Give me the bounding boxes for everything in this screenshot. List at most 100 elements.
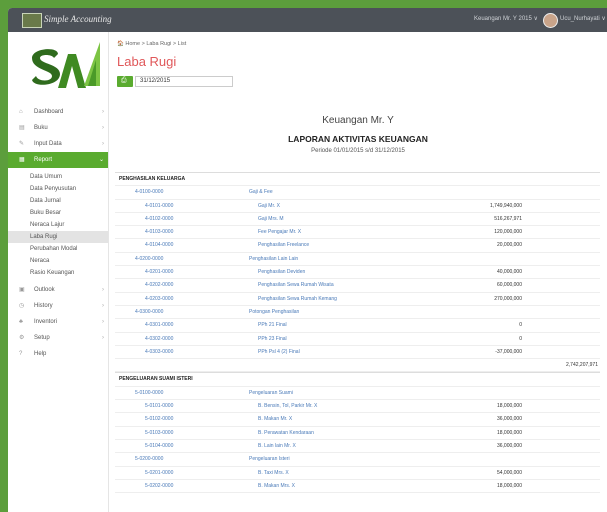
- account-name[interactable]: PPh 23 Final: [258, 333, 287, 345]
- account-code[interactable]: 4-0301-0000: [145, 319, 173, 331]
- account-name[interactable]: B. Makan Mrs. X: [258, 480, 295, 492]
- sidebar-subitem-data-jurnal[interactable]: Data Jurnal: [8, 195, 108, 207]
- account-name[interactable]: Penghasilan Sewa Rumah Wisata: [258, 279, 334, 291]
- account-code[interactable]: 4-0303-0000: [145, 346, 173, 358]
- sidebar-subitem-laba-rugi[interactable]: Laba Rugi: [8, 231, 108, 243]
- table-row: 4-0203-0000 Penghasilan Sewa Rumah Kemang…: [115, 293, 600, 306]
- account-code[interactable]: 4-0202-0000: [145, 279, 173, 291]
- sidebar-subitem-perubahan-modal[interactable]: Perubahan Modal: [8, 243, 108, 255]
- account-amount: 1,749,940,000: [490, 202, 522, 209]
- account-code[interactable]: 4-0101-0000: [145, 200, 173, 212]
- sidebar-item-report[interactable]: ▦ Report ⌄: [8, 152, 108, 168]
- help-icon: ?: [19, 351, 23, 357]
- account-name[interactable]: PPh 21 Final: [258, 319, 287, 331]
- avatar[interactable]: [543, 13, 558, 28]
- history-icon: ◷: [19, 303, 25, 309]
- account-amount: 516,267,971: [494, 215, 522, 222]
- account-code[interactable]: 5-0101-0000: [145, 400, 173, 412]
- account-name[interactable]: B. Lain lain Mr. X: [258, 440, 296, 452]
- account-code[interactable]: 4-0200-0000: [135, 253, 163, 265]
- account-name[interactable]: Penghasilan Sewa Rumah Kemang: [258, 293, 337, 305]
- account-code[interactable]: 5-0104-0000: [145, 440, 173, 452]
- brand-logo-icon[interactable]: [22, 13, 42, 28]
- sidebar-item-buku[interactable]: ▤ Buku ›: [8, 120, 108, 136]
- sidebar-item-dashboard[interactable]: ⌂ Dashboard ›: [8, 104, 108, 120]
- user-menu[interactable]: Ucu_Nurhayati ∨: [560, 15, 606, 22]
- account-name[interactable]: B. Perawatan Kendaraan: [258, 427, 314, 439]
- users-icon: ♣: [19, 319, 23, 325]
- account-code[interactable]: 5-0102-0000: [145, 413, 173, 425]
- account-code[interactable]: 5-0201-0000: [145, 467, 173, 479]
- account-code[interactable]: 4-0102-0000: [145, 213, 173, 225]
- section-row: PENGHASILAN KELUARGA: [115, 172, 600, 187]
- account-amount: 120,000,000: [494, 229, 522, 236]
- main-content: 🏠 Home > Laba Rugi > List Laba Rugi ⎙ 31…: [109, 32, 607, 512]
- print-button[interactable]: ⎙: [117, 76, 133, 87]
- account-code[interactable]: 4-0201-0000: [145, 266, 173, 278]
- top-bar: Simple Accounting Keuangan Mr. Y 2015 ∨ …: [8, 8, 607, 32]
- sidebar-item-input-data[interactable]: ✎ Input Data ›: [8, 136, 108, 152]
- chevron-right-icon: ›: [102, 319, 104, 325]
- report-period: Periode 01/01/2015 s/d 31/12/2015: [311, 148, 405, 154]
- table-row: 4-0201-0000 Penghasilan Deviden 40,000,000: [115, 266, 600, 280]
- sidebar-item-label: Buku: [34, 125, 48, 131]
- account-code[interactable]: 4-0103-0000: [145, 226, 173, 238]
- sidebar-subitem-neraca[interactable]: Neraca: [8, 255, 108, 267]
- table-row: 4-0301-0000 PPh 21 Final 0: [115, 319, 600, 333]
- sidebar-item-history[interactable]: ◷ History ›: [8, 298, 108, 314]
- account-code[interactable]: 4-0104-0000: [145, 239, 173, 251]
- account-code[interactable]: 4-0302-0000: [145, 333, 173, 345]
- sidebar-subitem-data-umum[interactable]: Data Umum: [8, 171, 108, 183]
- account-amount: 0: [519, 335, 522, 342]
- account-name[interactable]: Potongan Penghasilan: [249, 306, 299, 318]
- sidebar-item-label: Outlook: [34, 287, 55, 293]
- account-name[interactable]: B. Makan Mr. X: [258, 413, 292, 425]
- account-name[interactable]: Gaji Mrs. M: [258, 213, 284, 225]
- sidebar-subitem-neraca-lajur[interactable]: Neraca Lajur: [8, 219, 108, 231]
- account-code[interactable]: 5-0200-0000: [135, 453, 163, 465]
- account-code[interactable]: 4-0300-0000: [135, 306, 163, 318]
- breadcrumb[interactable]: 🏠 Home > Laba Rugi > List: [117, 41, 186, 47]
- book-icon: ▤: [19, 125, 25, 131]
- account-amount: 40,000,000: [496, 269, 522, 276]
- sidebar-subitem-data-penyusutan[interactable]: Data Penyusutan: [8, 183, 108, 195]
- account-amount: 18,000,000: [496, 429, 522, 436]
- company-selector[interactable]: Keuangan Mr. Y 2015 ∨: [474, 15, 538, 22]
- chevron-right-icon: ›: [102, 109, 104, 115]
- sidebar-item-outlook[interactable]: ▣ Outlook ›: [8, 282, 108, 298]
- account-name[interactable]: PPh Psl 4 (2) Final: [258, 346, 300, 358]
- sidebar-item-label: Setup: [34, 335, 50, 341]
- account-name[interactable]: Fee Pengajar Mr. X: [258, 226, 301, 238]
- table-row: 5-0201-0000 B. Taxi Mrs. X 54,000,000: [115, 467, 600, 480]
- account-code[interactable]: 4-0100-0000: [135, 186, 163, 198]
- account-name[interactable]: Pengeluaran Isteri: [249, 453, 290, 465]
- account-code[interactable]: 5-0103-0000: [145, 427, 173, 439]
- table-row: 5-0202-0000 B. Makan Mrs. X 18,000,000: [115, 480, 600, 494]
- table-row: 5-0103-0000 B. Perawatan Kendaraan 18,000,…: [115, 427, 600, 440]
- table-row: 4-0302-0000 PPh 23 Final 0: [115, 333, 600, 346]
- account-name[interactable]: Penghasilan Lain Lain: [249, 253, 298, 265]
- account-name[interactable]: Gaji & Fee: [249, 186, 273, 198]
- account-name[interactable]: Penghasilan Deviden: [258, 266, 305, 278]
- table-row: 4-0100-0000 Gaji & Fee: [115, 186, 600, 200]
- account-name[interactable]: Penghasilan Freelance: [258, 239, 309, 251]
- sidebar-subitem-rasio-keuangan[interactable]: Rasio Keuangan: [8, 267, 108, 279]
- table-row: 4-0102-0000 Gaji Mrs. M 516,267,971: [115, 213, 600, 227]
- sidebar-item-help[interactable]: ? Help: [8, 346, 108, 362]
- account-code[interactable]: 5-0100-0000: [135, 387, 163, 399]
- sidebar-item-inventori[interactable]: ♣ Inventori ›: [8, 314, 108, 330]
- account-name[interactable]: Pengeluaran Suami: [249, 387, 293, 399]
- sidebar-item-setup[interactable]: ⚙ Setup ›: [8, 330, 108, 346]
- account-name[interactable]: B. Taxi Mrs. X: [258, 467, 289, 479]
- date-field[interactable]: 31/12/2015: [135, 76, 233, 87]
- account-code[interactable]: 4-0203-0000: [145, 293, 173, 305]
- brand-name[interactable]: Simple Accounting: [44, 14, 112, 24]
- sidebar-item-label: Help: [34, 351, 47, 357]
- sidebar-subitem-buku-besar[interactable]: Buku Besar: [8, 207, 108, 219]
- account-name[interactable]: Gaji Mr. X: [258, 200, 280, 212]
- table-row: 5-0102-0000 B. Makan Mr. X 36,000,000: [115, 413, 600, 427]
- table-row: 5-0101-0000 B. Bensin, Tol, Parkir Mr. X 1…: [115, 400, 600, 414]
- table-row: 4-0303-0000 PPh Psl 4 (2) Final -37,000,00…: [115, 346, 600, 360]
- account-code[interactable]: 5-0202-0000: [145, 480, 173, 492]
- account-name[interactable]: B. Bensin, Tol, Parkir Mr. X: [258, 400, 317, 412]
